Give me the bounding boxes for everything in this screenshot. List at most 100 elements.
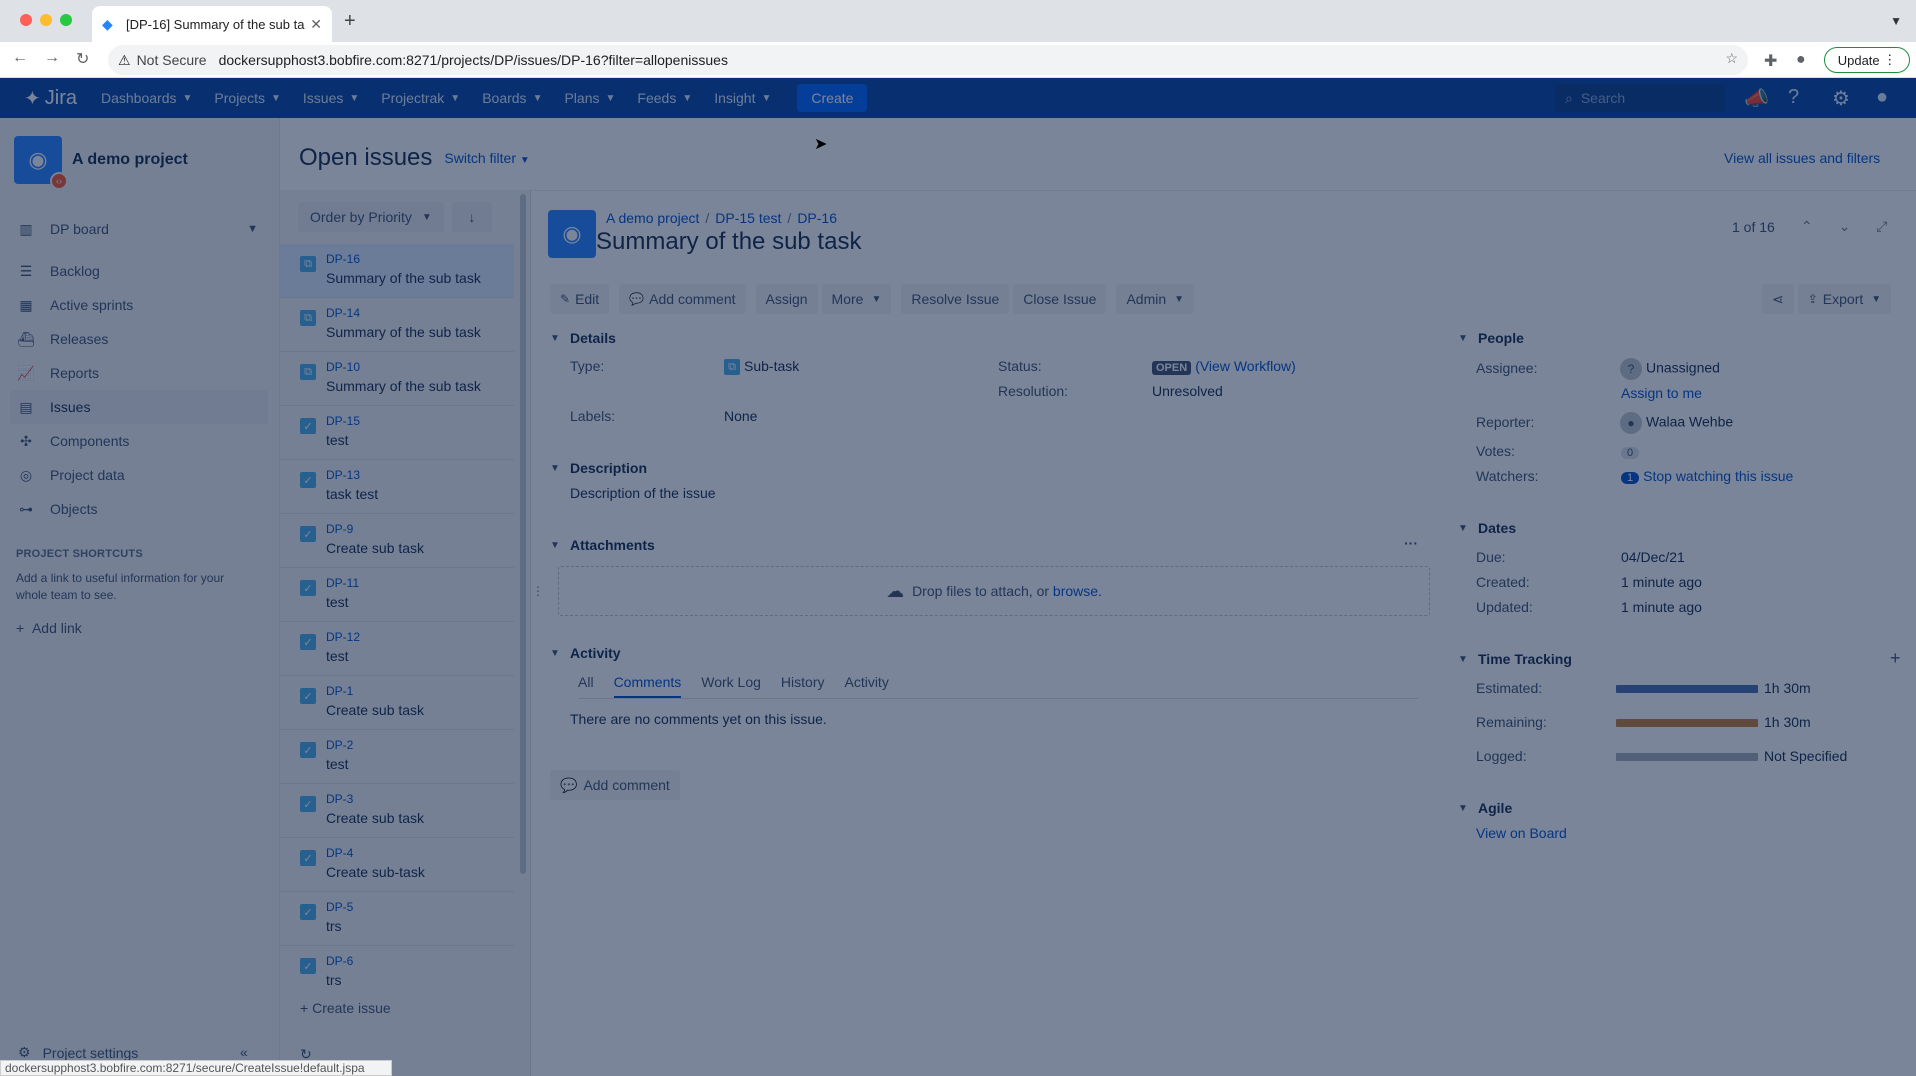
share-button[interactable]: ⋖ [1762, 284, 1794, 314]
panel-splitter[interactable] [530, 190, 531, 1076]
help-icon[interactable]: ? [1788, 86, 1799, 109]
breadcrumb-project[interactable]: A demo project [606, 210, 699, 226]
nav-projectrak[interactable]: Projectrak ▼ [381, 90, 460, 106]
close-issue-button[interactable]: Close Issue [1013, 284, 1107, 314]
new-tab-icon[interactable]: + [344, 10, 356, 33]
list-item[interactable]: ✓ DP-13 task test [280, 460, 514, 514]
tab-search-icon[interactable]: ▼ [1890, 14, 1902, 28]
assignee-value[interactable]: ? Unassigned [1620, 358, 1720, 380]
time-tracking-section-toggle[interactable]: ▼ Time Tracking [1458, 651, 1572, 667]
agile-section-toggle[interactable]: ▼ Agile [1458, 800, 1512, 816]
project-settings-link[interactable]: ⚙ Project settings [18, 1044, 138, 1061]
list-item[interactable]: ✓ DP-3 Create sub task [280, 784, 514, 838]
chevron-down-icon[interactable]: ⌄ [1839, 218, 1851, 235]
list-item[interactable]: ✓ DP-11 test [280, 568, 514, 622]
notifications-icon[interactable]: 📣 [1744, 86, 1769, 111]
votes-value[interactable]: 0 [1621, 443, 1643, 459]
forward-icon[interactable]: → [44, 49, 60, 67]
labels-value[interactable]: None [724, 408, 757, 424]
gear-icon[interactable]: ⚙ [1832, 86, 1850, 111]
bookmark-star-icon[interactable]: ☆ [1725, 50, 1738, 67]
sidebar-item-board[interactable]: ▥ DP board ▼ [10, 212, 268, 246]
list-item[interactable]: ✓ DP-15 test [280, 406, 514, 460]
add-time-icon[interactable]: + [1890, 648, 1901, 669]
breadcrumb-parent[interactable]: DP-15 test [715, 210, 781, 226]
view-workflow-link[interactable]: (View Workflow) [1195, 358, 1296, 374]
create-issue-button[interactable]: + Create issue [300, 1000, 391, 1016]
expand-icon[interactable]: ⤢ [1876, 218, 1887, 235]
browse-link[interactable]: browse. [1053, 583, 1102, 599]
sidebar-item-objects[interactable]: ⊶ Objects [10, 492, 268, 526]
nav-projects[interactable]: Projects ▼ [214, 90, 280, 106]
issue-title[interactable]: Summary of the sub task [596, 228, 861, 256]
nav-boards[interactable]: Boards ▼ [482, 90, 542, 106]
details-section-toggle[interactable]: ▼ Details [550, 330, 616, 346]
sidebar-item-project-data[interactable]: ◎ Project data [10, 458, 268, 492]
view-on-board-link[interactable]: View on Board [1476, 825, 1567, 841]
people-section-toggle[interactable]: ▼ People [1458, 330, 1524, 346]
update-button[interactable]: Update ⋮ [1824, 47, 1910, 73]
sidebar-item-reports[interactable]: 📈 Reports [10, 356, 268, 390]
sidebar-item-releases[interactable]: ⛴ Releases [10, 322, 268, 356]
list-item[interactable]: ⧉ DP-16 Summary of the sub task [280, 244, 514, 298]
tab-comments[interactable]: Comments [613, 674, 682, 698]
tab-activity[interactable]: Activity [844, 674, 888, 698]
profile-avatar-icon[interactable]: ● [1796, 51, 1806, 69]
nav-dashboards[interactable]: Dashboards ▼ [101, 90, 192, 106]
close-tab-icon[interactable]: ✕ [310, 16, 322, 33]
list-item[interactable]: ✓ DP-9 Create sub task [280, 514, 514, 568]
assign-button[interactable]: Assign [755, 284, 818, 314]
assign-to-me-link[interactable]: Assign to me [1621, 385, 1702, 401]
maximize-window-button[interactable] [60, 14, 72, 26]
tab-all[interactable]: All [578, 674, 594, 698]
chevron-up-icon[interactable]: ⌃ [1801, 218, 1813, 235]
add-link-button[interactable]: + Add link [16, 620, 82, 636]
order-by-button[interactable]: Order by Priority ▼ [298, 202, 444, 232]
edit-button[interactable]: ✎ Edit [550, 284, 610, 314]
nav-issues[interactable]: Issues ▼ [303, 90, 359, 106]
sidebar-item-issues[interactable]: ▤ Issues [10, 390, 268, 424]
breadcrumb-key[interactable]: DP-16 [797, 210, 837, 226]
more-button[interactable]: More ▼ [821, 284, 892, 314]
nav-insight[interactable]: Insight ▼ [714, 90, 771, 106]
back-icon[interactable]: ← [12, 49, 28, 67]
more-options-icon[interactable]: ··· [1404, 535, 1418, 551]
sidebar-item-backlog[interactable]: ☰ Backlog [10, 254, 268, 288]
stop-watching-link[interactable]: Stop watching this issue [1643, 468, 1793, 484]
sidebar-item-active-sprints[interactable]: ▦ Active sprints [10, 288, 268, 322]
activity-section-toggle[interactable]: ▼ Activity [550, 645, 621, 661]
list-item[interactable]: ✓ DP-12 test [280, 622, 514, 676]
nav-plans[interactable]: Plans ▼ [564, 90, 615, 106]
list-item[interactable]: ⧉ DP-14 Summary of the sub task [280, 298, 514, 352]
create-button[interactable]: Create [797, 84, 868, 112]
drag-handle-icon[interactable]: ⋮ [532, 584, 544, 598]
jira-logo[interactable]: ✦ Jira [20, 86, 77, 111]
attachment-dropzone[interactable]: ☁ Drop files to attach, or browse. [558, 566, 1430, 616]
sidebar-item-components[interactable]: ✣ Components [10, 424, 268, 458]
project-header[interactable]: ◉ ‹› A demo project [14, 136, 188, 190]
minimize-window-button[interactable] [40, 14, 52, 26]
export-button[interactable]: ⇪ Export ▼ [1797, 284, 1892, 314]
attachments-section-toggle[interactable]: ▼ Attachments [550, 537, 655, 553]
tab-work-log[interactable]: Work Log [701, 674, 761, 698]
sort-direction-button[interactable]: ↓ [451, 202, 492, 232]
list-item[interactable]: ✓ DP-6 trs [280, 946, 514, 990]
list-item[interactable]: ✓ DP-4 Create sub-task [280, 838, 514, 892]
nav-feeds[interactable]: Feeds ▼ [637, 90, 692, 106]
add-comment-button[interactable]: 💬 Add comment [619, 284, 746, 314]
dates-section-toggle[interactable]: ▼ Dates [1458, 520, 1516, 536]
list-item[interactable]: ✓ DP-1 Create sub task [280, 676, 514, 730]
description-section-toggle[interactable]: ▼ Description [550, 460, 647, 476]
list-item[interactable]: ✓ DP-5 trs [280, 892, 514, 946]
list-item[interactable]: ✓ DP-2 test [280, 730, 514, 784]
reporter-value[interactable]: ● Walaa Wehbe [1620, 412, 1733, 434]
browser-tab[interactable]: ◆ [DP-16] Summary of the sub ta ✕ [92, 6, 332, 42]
list-item[interactable]: ⧉ DP-10 Summary of the sub task [280, 352, 514, 406]
reload-icon[interactable]: ↻ [76, 49, 89, 69]
close-window-button[interactable] [20, 14, 32, 26]
tab-history[interactable]: History [781, 674, 825, 698]
add-comment-footer-button[interactable]: 💬 Add comment [550, 770, 680, 800]
collapse-sidebar-icon[interactable]: « [240, 1044, 248, 1060]
description-text[interactable]: Description of the issue [570, 485, 716, 501]
url-input[interactable]: ⚠ Not Secure dockersupphost3.bobfire.com… [108, 45, 1748, 75]
